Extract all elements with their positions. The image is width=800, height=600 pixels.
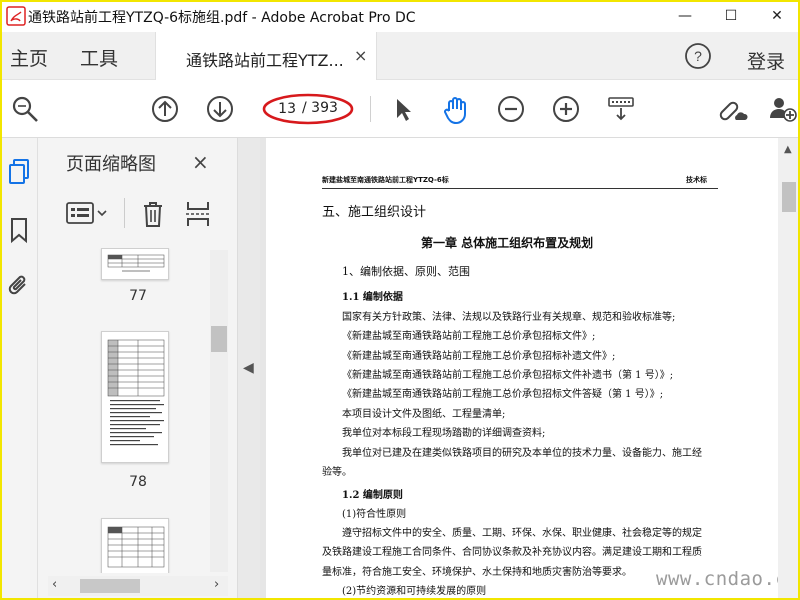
document-vertical-scrollbar[interactable]: ▲ [778,138,800,600]
document-line: 《新建盐城至南通铁路站前工程施工总价承包招标补遗文件》; [342,351,616,362]
link-cloud-icon[interactable] [716,94,748,124]
thumbnail-page-number: 77 [129,288,147,304]
document-line: 我单位对已建及在建类似铁路项目的研究及本单位的技术力量、设备能力、施工经 [342,448,702,459]
tab-home[interactable]: 主页 [10,44,48,71]
scroll-up-icon[interactable]: ▲ [784,144,792,155]
document-line: 遵守招标文件中的安全、质量、工期、环保、水保、职业健康、社会稳定等的规定 [342,528,702,539]
document-tab-label: 通铁路站前工程YTZ... [186,51,344,70]
minimize-button[interactable]: — [662,0,708,32]
thumbnail-list: 77 78 [48,248,208,573]
scroll-left-icon[interactable]: ‹ [52,577,57,592]
scrollbar-thumb[interactable] [782,182,796,212]
page-up-icon[interactable] [150,94,180,124]
document-line: 《新建盐城至南通铁路站前工程施工总价承包招标文件答疑（第 1 号）》; [342,389,664,400]
document-line: 及铁路建设工程施工合同条件、合同协议条款及补充协议内容。满足建设工期和工程质 [322,547,702,558]
tab-tools[interactable]: 工具 [80,44,118,71]
left-navigation-rail [0,138,38,600]
close-panel-icon[interactable]: × [192,150,209,174]
bookmark-icon[interactable] [7,216,31,244]
document-line: 1.1 编制依据 [342,292,403,303]
tab-document[interactable]: 通铁路站前工程YTZ... × [155,32,377,80]
page-down-icon[interactable] [205,94,235,124]
tool-divider [124,198,125,228]
scrollbar-thumb[interactable] [80,579,140,593]
document-line: 1.2 编制原则 [342,490,403,501]
thumbnails-toolbar [66,194,226,234]
document-line: 国家有关方针政策、法律、法规以及铁路行业有关规章、规范和验收标准等; [342,312,676,323]
document-line: 我单位对本标段工程现场踏勘的详细调查资料; [342,428,546,439]
thumbnails-panel: 页面缩略图 × 77 78 ‹ › [38,138,238,600]
thumbnail-page[interactable] [101,518,169,573]
page-number-input[interactable] [270,100,296,118]
panel-collapse-strip[interactable]: ◀ [238,138,260,600]
page-thumbnails-icon[interactable] [7,158,31,186]
select-arrow-icon[interactable] [388,94,418,124]
window-title: 通铁路站前工程YTZQ-6标施组.pdf - Adobe Acrobat Pro… [28,10,416,26]
page-navigator: / 393 [262,92,354,126]
document-line: 本项目设计文件及图纸、工程量清单; [342,409,506,420]
zoom-in-icon[interactable] [551,94,581,124]
thumbnail-page-number: 78 [129,474,147,490]
help-icon[interactable]: ? [684,42,712,70]
header-rule [322,188,718,189]
document-line: 五、施工组织设计 [322,205,427,220]
close-tab-icon[interactable]: × [354,46,367,65]
tab-bar: 主页 工具 通铁路站前工程YTZ... × ? 登录 [0,32,800,80]
thumbnails-vertical-scrollbar[interactable] [210,250,228,572]
document-line: 《新建盐城至南通铁路站前工程施工总价承包招标文件》; [342,331,596,342]
scrollbar-thumb[interactable] [211,326,227,352]
svg-text:?: ? [694,48,702,64]
thumbnail-page[interactable] [101,248,169,280]
document-line: 第一章 总体施工组织布置及规划 [421,236,594,250]
page-header-left: 新建盐城至南通铁路站前工程YTZQ-6标 [322,176,449,184]
document-line: 《新建盐城至南通铁路站前工程施工总价承包招标文件补遗书（第 1 号）》; [342,370,674,381]
main-toolbar: / 393 [0,80,800,138]
title-bar: 通铁路站前工程YTZQ-6标施组.pdf - Adobe Acrobat Pro… [0,0,800,32]
page-header-right: 技术标 [686,176,707,184]
document-view[interactable]: 新建盐城至南通铁路站前工程YTZQ-6标 技术标 五、施工组织设计第一章 总体施… [260,138,778,600]
thumbnails-horizontal-scrollbar[interactable]: ‹ › [48,576,228,596]
scroll-right-icon[interactable]: › [214,577,219,592]
pdf-page: 新建盐城至南通铁路站前工程YTZQ-6标 技术标 五、施工组织设计第一章 总体施… [266,138,778,600]
thumbnail-page[interactable] [101,331,169,463]
document-line: (2)节约资源和可持续发展的原则 [342,586,487,597]
zoom-search-icon[interactable] [10,94,40,124]
document-line: 验等。 [322,467,352,478]
collapse-left-icon[interactable]: ◀ [243,360,254,376]
delete-pages-icon[interactable] [140,200,166,232]
page-total-label: / 393 [302,100,338,116]
document-line: 量标准，符合施工安全、环境保护、水土保持和地质灾害防治等要求。 [322,567,632,578]
login-button[interactable]: 登录 [747,47,785,74]
close-window-button[interactable]: ✕ [754,0,800,32]
thumbnail-options-icon[interactable] [66,200,108,230]
toolbar-divider [370,96,371,122]
hand-icon[interactable] [440,94,470,125]
scroll-mode-icon[interactable] [606,94,636,124]
add-user-icon[interactable] [768,94,798,124]
watermark-text: www.cndao.com [656,568,778,590]
zoom-out-icon[interactable] [496,94,526,124]
split-pages-icon[interactable] [184,200,212,232]
maximize-button[interactable]: ☐ [708,0,754,32]
attachment-icon[interactable] [7,272,31,300]
thumbnails-panel-title: 页面缩略图 [66,154,156,175]
acrobat-logo-icon [6,6,26,26]
document-line: (1)符合性原则 [342,509,407,520]
document-line: 1、编制依据、原则、范围 [342,265,470,278]
